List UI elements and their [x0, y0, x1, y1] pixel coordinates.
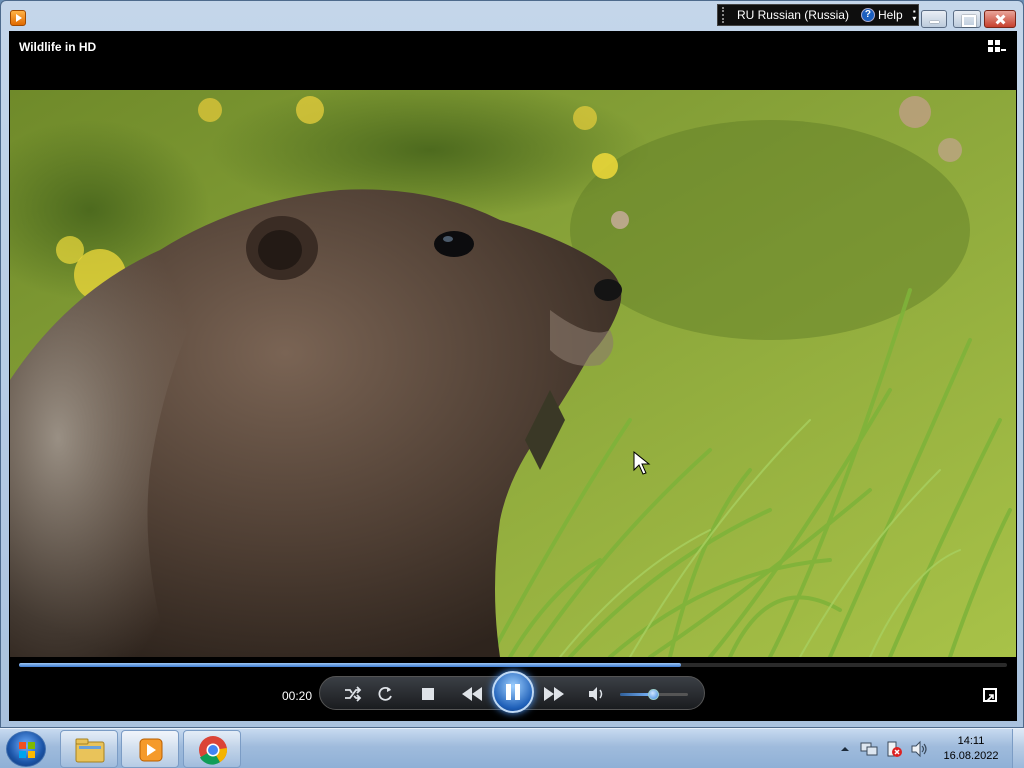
show-desktop-button[interactable] — [1012, 729, 1024, 768]
fullscreen-button[interactable] — [983, 688, 997, 702]
video-title: Wildlife in HD — [19, 40, 97, 54]
clock-time: 14:11 — [957, 735, 985, 747]
help-label: Help — [877, 8, 903, 22]
media-player-window: RU Russian (Russia) ? Help ▪ ▾ Wildlife i… — [0, 0, 1024, 728]
pause-icon — [506, 684, 511, 700]
shuffle-button[interactable] — [344, 686, 362, 702]
maximize-button[interactable] — [953, 10, 981, 28]
language-indicator[interactable]: RU Russian (Russia) — [737, 8, 849, 22]
playback-controls — [319, 671, 705, 713]
minimize-button[interactable] — [921, 10, 947, 28]
taskbar-item-chrome[interactable] — [183, 730, 241, 768]
taskbar: 14:11 16.08.2022 — [0, 728, 1024, 768]
volume-icon[interactable] — [910, 740, 928, 758]
fast-forward-icon — [544, 687, 564, 701]
system-clock[interactable]: 14:11 16.08.2022 — [938, 734, 1004, 764]
start-button[interactable] — [6, 731, 46, 767]
mute-button[interactable] — [588, 686, 606, 702]
shuffle-icon — [345, 686, 362, 702]
seek-bar-progress — [19, 663, 681, 667]
language-bar[interactable]: RU Russian (Russia) ? Help ▪ ▾ — [717, 4, 919, 26]
show-hidden-icons-chevron[interactable] — [838, 742, 852, 754]
question-mark-icon: ? — [860, 8, 875, 22]
repeat-button[interactable] — [376, 685, 394, 703]
close-button[interactable] — [984, 10, 1016, 28]
stop-button[interactable] — [422, 688, 434, 700]
action-center-icon[interactable] — [885, 740, 903, 758]
google-chrome-icon — [199, 736, 228, 765]
taskbar-item-explorer[interactable] — [60, 730, 118, 768]
volume-slider[interactable] — [620, 689, 688, 700]
help-button[interactable]: ? Help — [860, 8, 903, 22]
volume-thumb[interactable] — [647, 689, 659, 700]
next-button[interactable] — [542, 685, 566, 703]
language-bar-grip[interactable] — [722, 7, 727, 23]
desktop: RU Russian (Russia) ? Help ▪ ▾ Wildlife i… — [0, 0, 1024, 768]
elapsed-time: 00:20 — [282, 689, 313, 703]
windows-media-player-icon — [139, 738, 163, 762]
repeat-icon — [378, 686, 392, 701]
pause-icon — [515, 684, 520, 700]
speaker-icon — [589, 687, 603, 701]
windows-explorer-icon — [75, 738, 105, 763]
network-icon[interactable] — [860, 740, 878, 758]
windows-media-player-icon[interactable] — [10, 10, 26, 26]
seek-bar[interactable] — [19, 663, 1007, 667]
title-bar[interactable]: RU Russian (Russia) ? Help ▪ ▾ — [1, 1, 1023, 31]
clock-date: 16.08.2022 — [943, 750, 999, 762]
language-bar-options-icon[interactable]: ▪ ▾ — [911, 8, 918, 23]
rewind-icon — [462, 687, 482, 701]
switch-to-library-icon[interactable] — [988, 40, 1006, 54]
video-frame[interactable] — [10, 90, 1016, 657]
now-playing-area: Wildlife in HD 00:20 — [9, 31, 1017, 721]
video-frame-marmot — [10, 90, 1016, 657]
previous-button[interactable] — [460, 685, 484, 703]
pause-button[interactable] — [492, 671, 534, 713]
expand-icon — [986, 694, 994, 702]
taskbar-item-media-player[interactable] — [121, 730, 179, 768]
windows-logo-icon — [19, 742, 35, 758]
